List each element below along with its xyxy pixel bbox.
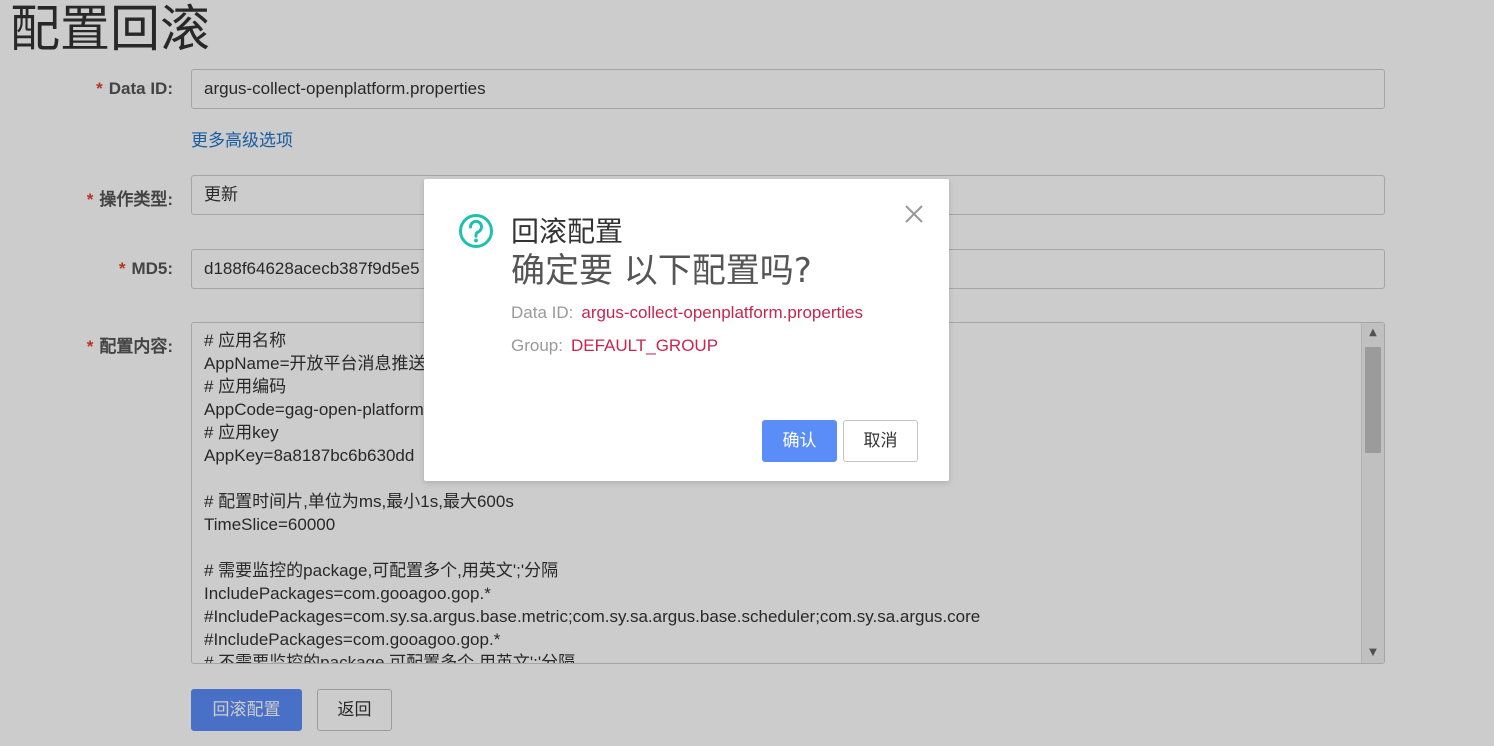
dialog-title: 回滚配置 [511,215,624,248]
dialog-group-label: Group: [511,336,563,355]
help-circle-icon [458,213,494,249]
dialog-group-value: DEFAULT_GROUP [570,336,719,355]
dialog-data-id-value: argus-collect-openplatform.properties [581,303,863,322]
close-icon[interactable] [903,203,925,225]
cancel-button[interactable]: 取消 [843,420,918,462]
confirm-dialog: 回滚配置 确定要 以下配置吗? Data ID: argus-collect-op… [424,179,949,481]
dialog-data-id-label: Data ID: [511,303,574,322]
dialog-group: Group: DEFAULT_GROUP [511,336,718,356]
confirm-button[interactable]: 确认 [762,420,837,462]
dialog-data-id: Data ID: argus-collect-openplatform.prope… [511,303,863,323]
dialog-message: 确定要 以下配置吗? [511,251,812,291]
